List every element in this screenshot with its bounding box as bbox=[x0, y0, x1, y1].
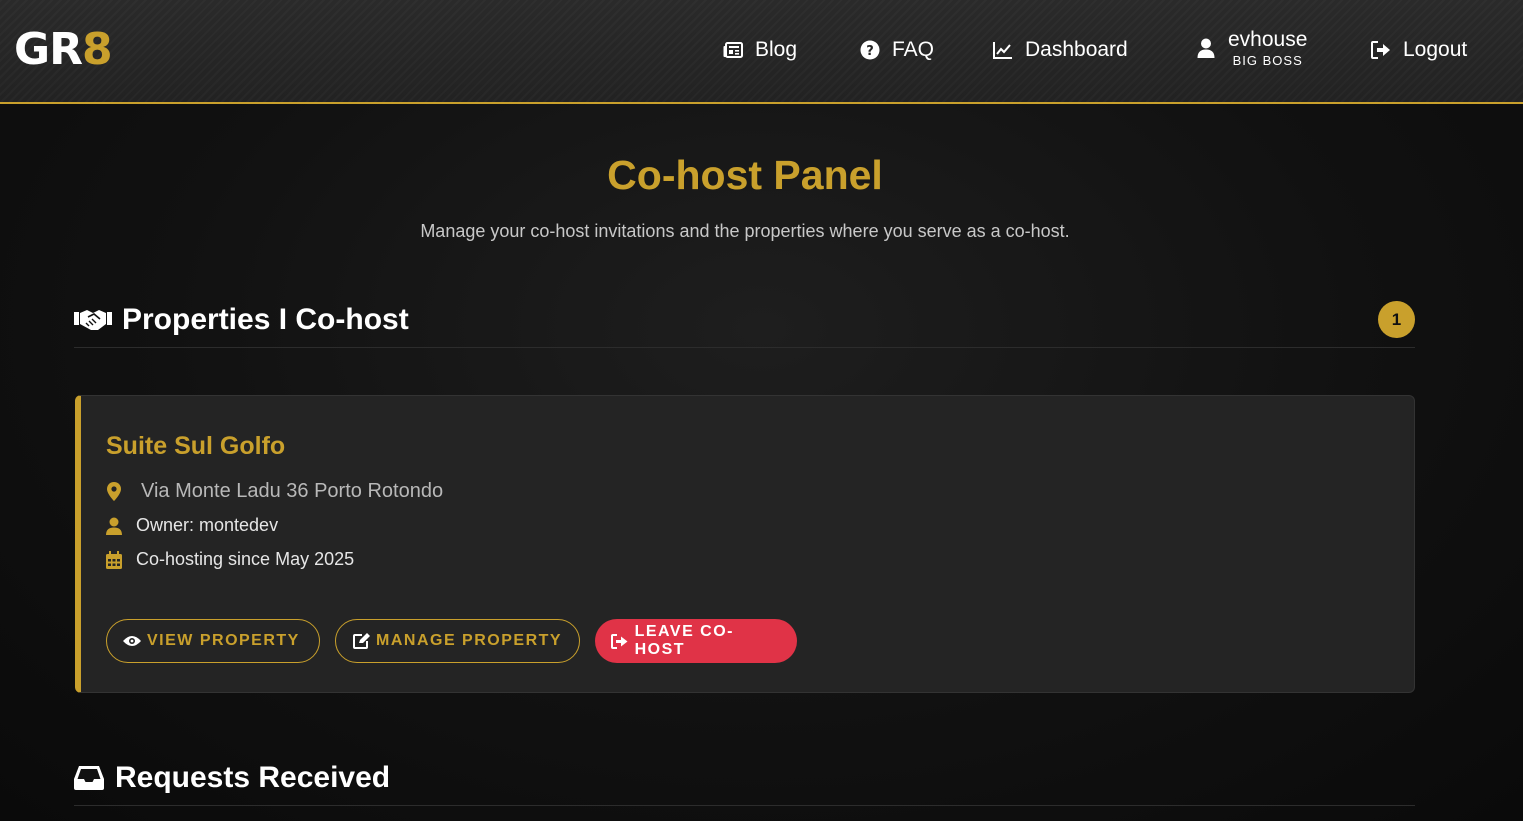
property-address-row: Via Monte Ladu 36 Porto Rotondo bbox=[106, 480, 443, 503]
sign-out-icon bbox=[1371, 40, 1391, 60]
logo-text-left: GR bbox=[14, 23, 83, 75]
page-subtitle: Manage your co-host invitations and the … bbox=[420, 221, 1070, 241]
user-name: evhouse bbox=[1228, 28, 1308, 51]
question-circle-icon: ? bbox=[860, 40, 880, 60]
map-marker-icon bbox=[106, 482, 122, 501]
manage-property-button[interactable]: MANAGE PROPERTY bbox=[335, 619, 580, 663]
nav-dashboard-link[interactable]: Dashboard bbox=[993, 34, 1128, 66]
requests-section-title: Requests Received bbox=[115, 760, 391, 794]
nav-blog-label: Blog bbox=[755, 38, 798, 61]
requests-section-header: Requests Received bbox=[74, 750, 1415, 806]
properties-section-header: Properties I Co-host 1 bbox=[74, 292, 1415, 348]
property-since-row: Co-hosting since May 2025 bbox=[106, 549, 354, 570]
eye-icon bbox=[123, 632, 141, 650]
page-title: Co-host Panel bbox=[607, 152, 883, 198]
top-navbar: GR 8 Blog ? FAQ Dashboard evhouse BIG BOS… bbox=[0, 0, 1523, 104]
properties-section-title: Properties I Co-host bbox=[122, 302, 409, 336]
property-address: Via Monte Ladu 36 Porto Rotondo bbox=[141, 480, 444, 502]
user-role: BIG BOSS bbox=[1232, 53, 1303, 68]
leave-cohost-label: LEAVE CO-HOST bbox=[634, 623, 735, 658]
user-info: evhouse BIG BOSS bbox=[1228, 29, 1307, 67]
properties-count-badge: 1 bbox=[1378, 301, 1415, 338]
edit-icon bbox=[352, 632, 370, 650]
calendar-icon bbox=[106, 550, 122, 569]
property-owner: Owner: montedev bbox=[136, 515, 279, 535]
handshake-icon bbox=[74, 305, 112, 335]
property-card: Suite Sul Golfo Via Monte Ladu 36 Porto … bbox=[75, 395, 1415, 693]
property-since: Co-hosting since May 2025 bbox=[136, 549, 355, 569]
view-property-button[interactable]: VIEW PROPERTY bbox=[106, 619, 320, 663]
manage-property-label: MANAGE PROPERTY bbox=[376, 632, 563, 649]
user-icon bbox=[1196, 38, 1216, 58]
sign-out-icon bbox=[611, 632, 629, 650]
inbox-icon bbox=[74, 763, 106, 793]
view-property-label: VIEW PROPERTY bbox=[147, 632, 300, 649]
logo-text-right: 8 bbox=[82, 23, 113, 75]
nav-logout-label: Logout bbox=[1403, 38, 1468, 61]
nav-faq-label: FAQ bbox=[892, 38, 935, 61]
svg-text:?: ? bbox=[866, 44, 874, 59]
property-name: Suite Sul Golfo bbox=[106, 432, 286, 460]
leave-cohost-button[interactable]: LEAVE CO-HOST bbox=[595, 619, 797, 663]
chart-line-icon bbox=[993, 40, 1013, 60]
nav-logout-link[interactable]: Logout bbox=[1371, 34, 1467, 66]
nav-dashboard-label: Dashboard bbox=[1025, 38, 1128, 61]
property-owner-row: Owner: montedev bbox=[106, 515, 278, 536]
user-icon bbox=[106, 517, 122, 535]
nav-blog-link[interactable]: Blog bbox=[723, 34, 797, 66]
newspaper-icon bbox=[723, 40, 743, 60]
site-logo[interactable]: GR 8 bbox=[14, 23, 113, 75]
nav-user-menu[interactable]: evhouse BIG BOSS bbox=[1196, 29, 1307, 67]
nav-faq-link[interactable]: ? FAQ bbox=[860, 34, 934, 66]
